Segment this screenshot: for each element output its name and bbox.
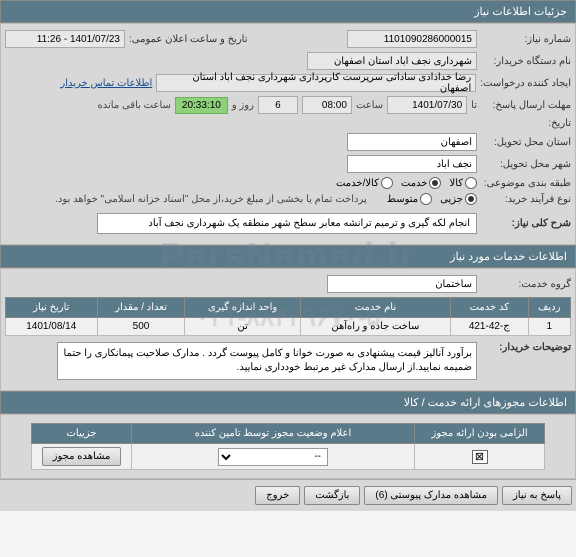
deadline-date: 1401/07/30 (387, 96, 467, 114)
creator-value: رضا خدادادی ساداتی سرپرست کارپردازی شهرد… (156, 74, 476, 92)
need-number-label: شماره نیاز: (481, 34, 571, 45)
permit-row: ⊠ -- مشاهده مجوز (32, 444, 545, 470)
radio-motavasset[interactable] (420, 193, 432, 205)
desc-value: انجام لکه گیری و ترمیم ترانشه معابر سطح … (97, 213, 477, 234)
th-code: کد خدمت (451, 298, 528, 318)
th-unit: واحد اندازه گیری (185, 298, 300, 318)
category-radio-group: کالا خدمت کالا/خدمت (336, 177, 477, 189)
deadline-ta: تا (471, 100, 477, 111)
button-bar: پاسخ به نیاز مشاهده مدارک پیوستی (6) باز… (0, 479, 576, 511)
view-permit-button[interactable]: مشاهده مجوز (42, 447, 122, 466)
tarikh-label: تاریخ: (481, 118, 571, 129)
td-code: ج-42-421 (451, 318, 528, 336)
pth-details: جزییات (32, 424, 132, 444)
purchase-type-radio-group: جزیی متوسط (387, 193, 477, 205)
contact-link[interactable]: اطلاعات تماس خریدار (60, 78, 152, 89)
pth-mandatory: الزامی بودن ارائه مجوز (415, 424, 545, 444)
back-button[interactable]: بازگشت (304, 486, 360, 505)
desc-label: شرح کلی نیاز: (481, 218, 571, 229)
days-label: روز و (232, 100, 254, 111)
exit-button[interactable]: خروج (255, 486, 300, 505)
th-idx: ردیف (528, 298, 571, 318)
attachments-button[interactable]: مشاهده مدارک پیوستی (6) (364, 486, 498, 505)
deadline-saat-label: ساعت (356, 100, 383, 111)
header-need-services: اطلاعات خدمات مورد نیاز (0, 245, 576, 268)
province-label: استان محل تحویل: (481, 137, 571, 148)
city-label: شهر محل تحویل: (481, 159, 571, 170)
announce-value: 1401/07/23 - 11:26 (5, 30, 125, 48)
header-permit: اطلاعات مجوزهای ارائه خدمت / کالا (0, 391, 576, 414)
deadline-label: مهلت ارسال پاسخ: (481, 100, 571, 111)
radio-motavasset-label: متوسط (387, 194, 418, 205)
radio-kala-khadmat[interactable] (381, 177, 393, 189)
radio-joze[interactable] (465, 193, 477, 205)
days-remaining: 6 (258, 96, 298, 114)
buyer-label: نام دستگاه خریدار: (481, 56, 571, 67)
purchase-type-label: نوع فرآیند خرید: (481, 194, 571, 205)
need-number-value: 1101090286000015 (347, 30, 477, 48)
permit-table: الزامی بودن ارائه مجوز اعلام وضعیت مجوز … (31, 423, 545, 470)
payment-note: پرداخت تمام یا بخشی از مبلغ خرید،از محل … (55, 194, 367, 205)
mandatory-checkbox: ⊠ (472, 450, 488, 464)
th-qty: تعداد / مقدار (97, 298, 185, 318)
buyer-value: شهرداری نجف اباد استان اصفهان (307, 52, 477, 70)
header-need-details: جزئیات اطلاعات نیاز (0, 0, 576, 23)
ptd-detail: مشاهده مجوز (32, 444, 132, 470)
remain-time-badge: 20:33:10 (175, 97, 228, 114)
radio-joze-label: جزیی (440, 194, 463, 205)
ptd-status: -- (132, 444, 415, 470)
status-select[interactable]: -- (218, 448, 328, 466)
category-label: طبقه بندی موضوعی: (481, 178, 571, 189)
td-idx: 1 (528, 318, 571, 336)
city-input[interactable] (347, 155, 477, 173)
th-name: نام خدمت (300, 298, 450, 318)
service-group-label: گروه خدمت: (481, 279, 571, 290)
td-qty: 500 (97, 318, 185, 336)
radio-khadmat[interactable] (429, 177, 441, 189)
remarks-label: توضیحات خریدار: (481, 342, 571, 353)
radio-khadmat-label: خدمت (401, 178, 428, 189)
ptd-check: ⊠ (415, 444, 545, 470)
province-input[interactable] (347, 133, 477, 151)
form-main: شماره نیاز: 1101090286000015 تاریخ و ساع… (0, 23, 576, 245)
td-name: ساخت جاده و راه‌آهن (300, 318, 450, 336)
permit-area: الزامی بودن ارائه مجوز اعلام وضعیت مجوز … (0, 414, 576, 479)
td-date: 1401/08/14 (6, 318, 98, 336)
service-group-input[interactable] (327, 275, 477, 293)
radio-kala-khadmat-label: کالا/خدمت (336, 178, 379, 189)
table-row: 1 ج-42-421 ساخت جاده و راه‌آهن تن 500 14… (6, 318, 571, 336)
reply-button[interactable]: پاسخ به نیاز (502, 486, 572, 505)
creator-label: ایجاد کننده درخواست: (480, 78, 571, 89)
td-unit: تن (185, 318, 300, 336)
pth-status: اعلام وضعیت مجوز توسط تامین کننده (132, 424, 415, 444)
th-date: تاریخ نیاز (6, 298, 98, 318)
deadline-time: 08:00 (302, 96, 352, 114)
service-table: ردیف کد خدمت نام خدمت واحد اندازه گیری ت… (5, 297, 571, 336)
services-area: گروه خدمت: ردیف کد خدمت نام خدمت واحد ان… (0, 268, 576, 391)
remarks-value: برآورد آنالیز قیمت پیشنهادی به صورت خوان… (57, 342, 477, 380)
radio-kala[interactable] (465, 177, 477, 189)
radio-kala-label: کالا (449, 178, 463, 189)
remain-label: ساعت باقی مانده (98, 100, 171, 111)
announce-label: تاریخ و ساعت اعلان عمومی: (129, 34, 248, 45)
